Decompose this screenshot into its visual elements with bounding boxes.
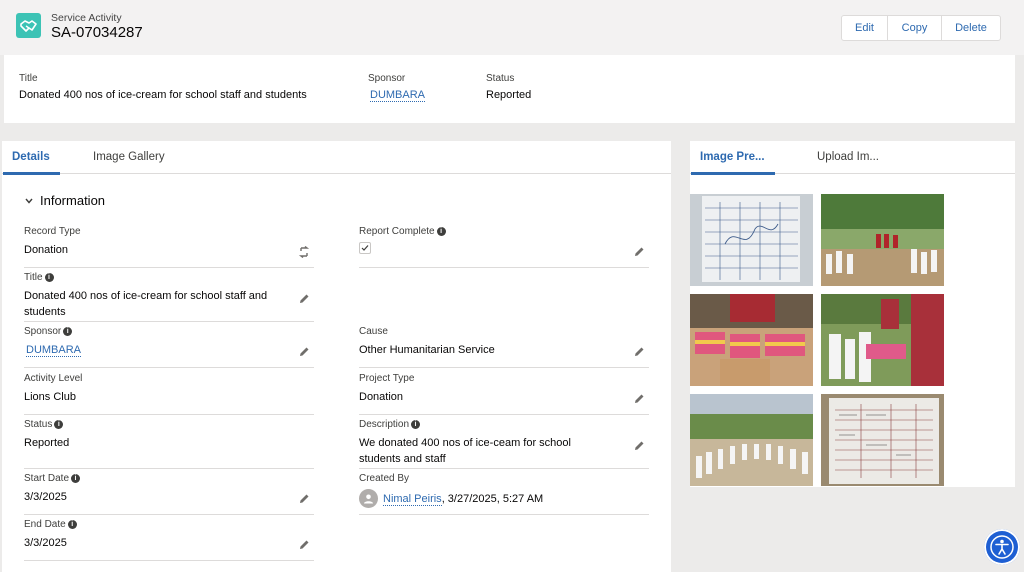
field-report-complete: Report Complete i — [359, 226, 649, 268]
record-header: Service Activity SA-07034287 Edit Copy D… — [0, 0, 1024, 55]
field-end-date: End Date i 3/3/2025 — [24, 519, 314, 561]
pencil-icon[interactable] — [633, 346, 645, 358]
highlight-title-label: Title — [19, 73, 38, 84]
accessibility-icon — [990, 535, 1014, 559]
record-name: SA-07034287 — [51, 24, 143, 41]
pencil-icon[interactable] — [633, 440, 645, 452]
highlight-sponsor: Sponsor DUMBARA — [368, 73, 426, 102]
user-icon — [364, 494, 373, 504]
field-label: Record Type — [24, 226, 81, 237]
field-description: Description i We donated 400 nos of ice-c… — [359, 419, 649, 469]
tab-image-gallery[interactable]: Image Gallery — [93, 141, 165, 174]
info-icon[interactable]: i — [67, 520, 77, 529]
details-tabs: Details Image Gallery — [2, 141, 671, 175]
info-icon[interactable]: i — [436, 227, 446, 236]
pencil-icon[interactable] — [633, 393, 645, 405]
image-preview-card: Image Pre... Upload Im... — [690, 141, 1015, 487]
field-label: Cause — [359, 326, 388, 337]
report-complete-checkbox — [359, 242, 371, 254]
info-icon[interactable]: i — [44, 273, 54, 282]
field-value: Donation — [359, 391, 404, 403]
created-by-user-link[interactable]: Nimal Peiris — [383, 492, 442, 506]
info-icon[interactable]: i — [54, 420, 64, 429]
gallery-image-2[interactable] — [821, 194, 944, 286]
field-label: Activity Level — [24, 373, 83, 384]
gallery-image-3[interactable] — [690, 294, 813, 386]
field-sponsor: Sponsor i DUMBARA — [24, 326, 314, 368]
field-value: Other Humanitarian Service — [359, 344, 495, 356]
field-value: Donation — [24, 244, 69, 256]
pencil-icon[interactable] — [633, 246, 645, 258]
chevron-down-icon — [25, 198, 33, 204]
highlights-panel: Title Donated 400 nos of ice-cream for s… — [4, 55, 1015, 123]
field-label: End Date — [24, 519, 66, 530]
field-label: Created By — [359, 473, 410, 484]
action-button-group: Edit Copy Delete — [841, 15, 1001, 41]
highlight-status: Status Reported — [486, 73, 531, 101]
delete-button[interactable]: Delete — [942, 16, 1000, 40]
section-title: Information — [40, 193, 106, 208]
field-start-date: Start Date i 3/3/2025 — [24, 473, 314, 515]
pencil-icon[interactable] — [298, 493, 310, 505]
copy-button[interactable]: Copy — [888, 16, 942, 40]
change-record-type-icon[interactable] — [298, 246, 310, 258]
field-label: Sponsor — [24, 326, 62, 337]
field-value: 3/3/2025 — [24, 491, 67, 503]
edit-button[interactable]: Edit — [842, 16, 888, 40]
field-value: Lions Club — [24, 391, 76, 403]
pencil-icon[interactable] — [298, 539, 310, 551]
pencil-icon[interactable] — [298, 293, 310, 305]
image-tabs: Image Pre... Upload Im... — [690, 141, 1015, 175]
field-project-type: Project Type Donation — [359, 373, 649, 415]
field-label: Status — [24, 419, 53, 430]
field-label: Description — [359, 419, 410, 430]
accessibility-button[interactable] — [984, 529, 1020, 565]
field-label: Title — [24, 272, 43, 283]
created-date: , 3/27/2025, 5:27 AM — [441, 492, 544, 505]
field-value: We donated 400 nos of ice-ceam for schoo… — [359, 437, 571, 465]
field-record-type: Record Type Donation — [24, 226, 314, 268]
highlight-sponsor-label: Sponsor — [368, 73, 406, 84]
highlight-status-value: Reported — [486, 89, 532, 101]
avatar — [359, 489, 378, 508]
highlight-sponsor-link[interactable]: DUMBARA — [370, 89, 426, 102]
field-label: Start Date — [24, 473, 70, 484]
field-activity-level: Activity Level Lions Club — [24, 373, 314, 415]
field-value: 3/3/2025 — [24, 537, 67, 549]
info-icon[interactable]: i — [63, 327, 73, 336]
object-type-label: Service Activity — [51, 12, 122, 24]
details-card: Details Image Gallery Information Record… — [2, 141, 671, 572]
field-title: Title i Donated 400 nos of ice-cream for … — [24, 272, 314, 322]
pencil-icon[interactable] — [298, 346, 310, 358]
tab-image-preview[interactable]: Image Pre... — [691, 141, 775, 175]
field-value: Reported — [24, 437, 70, 449]
field-label: Project Type — [359, 373, 415, 384]
gallery-image-5[interactable] — [690, 394, 813, 486]
field-label: Report Complete — [359, 226, 435, 237]
sponsor-link[interactable]: DUMBARA — [26, 344, 82, 357]
highlight-status-label: Status — [486, 73, 515, 84]
handshake-icon — [16, 13, 41, 38]
field-cause: Cause Other Humanitarian Service — [359, 326, 649, 368]
checkmark-icon — [361, 245, 369, 251]
field-value: Donated 400 nos of ice-cream for school … — [24, 290, 268, 318]
tab-details[interactable]: Details — [3, 141, 60, 175]
highlight-title: Title Donated 400 nos of ice-cream for s… — [19, 73, 307, 101]
information-section-toggle[interactable]: Information — [24, 193, 105, 208]
highlight-title-value: Donated 400 nos of ice-cream for school … — [19, 89, 307, 101]
field-created-by: Created By Nimal Peiris, 3/27/2025, 5:27… — [359, 473, 649, 515]
gallery-image-4[interactable] — [821, 294, 944, 386]
info-icon[interactable]: i — [411, 420, 421, 429]
gallery-image-1[interactable] — [690, 194, 813, 286]
gallery-image-6[interactable] — [821, 394, 944, 486]
field-status: Status i Reported — [24, 419, 314, 469]
tab-upload-image[interactable]: Upload Im... — [817, 141, 879, 174]
info-icon[interactable]: i — [71, 474, 81, 483]
